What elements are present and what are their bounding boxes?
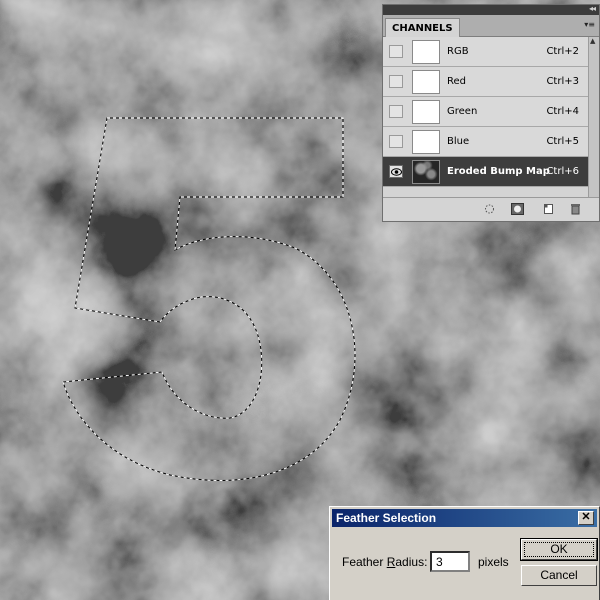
channel-name: Blue xyxy=(447,136,470,147)
save-selection-icon[interactable] xyxy=(511,203,524,215)
panel-menu-icon[interactable]: ▾≡ xyxy=(584,20,595,29)
visibility-toggle[interactable] xyxy=(389,105,403,118)
channel-thumbnail xyxy=(412,40,440,64)
visibility-toggle[interactable] xyxy=(389,165,403,178)
channel-row[interactable]: Blue Ctrl+5 xyxy=(383,127,599,157)
feather-selection-dialog: Feather Selection ✕ Feather Radius: pixe… xyxy=(329,506,600,600)
ok-button-label: OK xyxy=(524,542,594,557)
load-selection-icon[interactable] xyxy=(483,203,496,215)
channel-name: Green xyxy=(447,106,478,117)
radius-label-pre: Feather xyxy=(342,555,387,569)
delete-channel-icon[interactable] xyxy=(569,203,582,215)
scroll-up-arrow-icon[interactable]: ▲ xyxy=(590,37,595,45)
collapse-panel-icon[interactable]: ◂◂ xyxy=(589,4,596,13)
channel-row[interactable]: Red Ctrl+3 xyxy=(383,67,599,97)
panel-header-strip: ◂◂ xyxy=(383,4,599,15)
dialog-title: Feather Selection xyxy=(336,511,437,525)
channel-row[interactable]: Eroded Bump Map Ctrl+6 xyxy=(383,157,599,187)
visibility-toggle[interactable] xyxy=(389,75,403,88)
channel-shortcut: Ctrl+6 xyxy=(546,166,579,177)
tab-channels[interactable]: CHANNELS xyxy=(385,18,460,37)
visibility-toggle[interactable] xyxy=(389,45,403,58)
channel-shortcut: Ctrl+3 xyxy=(546,76,579,87)
eye-icon xyxy=(391,168,402,176)
dialog-titlebar[interactable]: Feather Selection ✕ xyxy=(332,509,597,527)
cancel-button[interactable]: Cancel xyxy=(521,565,597,586)
channel-shortcut: Ctrl+5 xyxy=(546,136,579,147)
panel-tab-bar: CHANNELS ▾≡ xyxy=(383,15,599,37)
channel-list: RGB Ctrl+2 Red Ctrl+3 Green Ctrl+4 Blue Ctrl+5 E… xyxy=(383,37,599,187)
channel-shortcut: Ctrl+4 xyxy=(546,106,579,117)
close-icon[interactable]: ✕ xyxy=(578,511,594,525)
channel-list-scrollbar[interactable]: ▲ xyxy=(588,37,599,199)
channel-name: Red xyxy=(447,76,466,87)
channel-name: Eroded Bump Map xyxy=(447,166,550,177)
feather-radius-label: Feather Radius: xyxy=(342,555,427,569)
new-channel-icon[interactable] xyxy=(542,203,555,215)
channels-panel: ◂◂ CHANNELS ▾≡ RGB Ctrl+2 Red Ctrl+3 Green Ct… xyxy=(382,4,600,222)
visibility-toggle[interactable] xyxy=(389,135,403,148)
channel-row[interactable]: Green Ctrl+4 xyxy=(383,97,599,127)
channel-thumbnail xyxy=(412,100,440,124)
channel-shortcut: Ctrl+2 xyxy=(546,46,579,57)
channel-name: RGB xyxy=(447,46,469,57)
ok-button[interactable]: OK xyxy=(520,538,598,561)
radius-label-post: adius: xyxy=(395,555,428,569)
channel-thumbnail xyxy=(412,70,440,94)
channel-thumbnail xyxy=(412,130,440,154)
feather-radius-input[interactable] xyxy=(430,551,470,572)
channels-footer xyxy=(383,197,599,221)
channel-row[interactable]: RGB Ctrl+2 xyxy=(383,37,599,67)
channel-thumbnail xyxy=(412,160,440,184)
radius-unit-label: pixels xyxy=(478,555,509,569)
